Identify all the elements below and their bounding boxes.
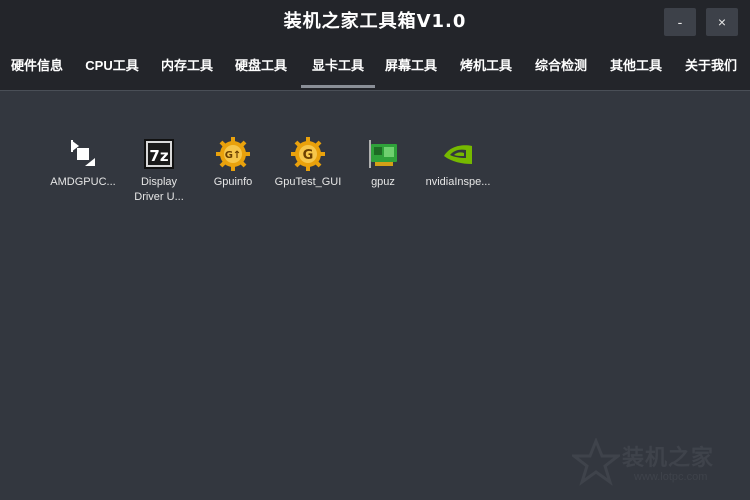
watermark-text: 装机之家 xyxy=(622,446,715,471)
svg-text:7z: 7z xyxy=(149,147,168,165)
amd-gpu-clock-icon xyxy=(71,140,95,166)
tab-label: CPU工具 xyxy=(85,58,139,73)
svg-text:G: G xyxy=(303,148,314,163)
tool-item-amdgpuclock[interactable]: AMDGPUC... xyxy=(48,136,118,190)
tab-label: 硬件信息 xyxy=(10,58,63,73)
tool-label: GpuTest_GUI xyxy=(274,176,342,188)
tab-other-tools[interactable]: 其他工具 xyxy=(603,44,669,90)
app-title: 装机之家工具箱V1.0 xyxy=(283,11,467,32)
tab-disk-tools[interactable]: 硬盘工具 xyxy=(228,44,294,90)
tab-memory-tools[interactable]: 内存工具 xyxy=(154,44,220,90)
title-bar: 装机之家工具箱V1.0 - × xyxy=(0,0,750,44)
tab-label: 内存工具 xyxy=(160,58,213,73)
tool-item-display-driver-uninstaller[interactable]: 7z Display Driver U... xyxy=(124,136,194,205)
tab-label: 硬盘工具 xyxy=(234,58,287,73)
tab-label: 屏幕工具 xyxy=(384,58,437,73)
tool-item-nvidia-inspector[interactable]: nvidiaInspe... xyxy=(423,136,493,190)
watermark-url: www.lotpc.com xyxy=(634,471,708,483)
close-button[interactable]: × xyxy=(706,8,738,36)
tab-label: 烤机工具 xyxy=(459,58,512,73)
tool-item-gputest-gui[interactable]: G GpuTest_GUI xyxy=(273,136,343,190)
gputest-gear-icon: G xyxy=(291,137,325,171)
tab-about-us[interactable]: 关于我们 xyxy=(678,44,744,90)
tool-item-gpuinfo[interactable]: G↑ Gpuinfo xyxy=(198,136,268,190)
tab-label: 关于我们 xyxy=(684,58,737,73)
tool-label: Display Driver U... xyxy=(134,176,184,203)
graphics-card-icon xyxy=(369,140,397,168)
tab-label: 其他工具 xyxy=(609,58,662,73)
site-watermark: 装机之家 www.lotpc.com xyxy=(569,436,732,488)
tab-screen-tools[interactable]: 屏幕工具 xyxy=(378,44,444,90)
tool-label: nvidiaInspe... xyxy=(425,176,491,188)
active-tab-indicator xyxy=(301,85,375,88)
tab-bar: 硬件信息 CPU工具 内存工具 硬盘工具 显卡工具 屏幕工具 烤机工具 综合检测… xyxy=(0,44,750,91)
tool-label: Gpuinfo xyxy=(213,176,253,188)
star-logo-icon xyxy=(569,436,623,486)
tab-label: 综合检测 xyxy=(534,58,587,73)
tab-gpu-tools[interactable]: 显卡工具 xyxy=(301,44,375,90)
tab-comprehensive-test[interactable]: 综合检测 xyxy=(528,44,594,90)
tab-label: 显卡工具 xyxy=(311,58,364,73)
gpuinfo-gear-icon: G↑ xyxy=(216,137,250,171)
svg-text:G↑: G↑ xyxy=(225,150,242,161)
tool-label: gpuz xyxy=(371,176,395,188)
7zip-archive-icon: 7z xyxy=(144,139,174,169)
tool-item-gpuz[interactable]: gpuz xyxy=(348,136,418,190)
minimize-button[interactable]: - xyxy=(664,8,696,36)
tab-cpu-tools[interactable]: CPU工具 xyxy=(78,44,146,90)
tab-burn-in-tools[interactable]: 烤机工具 xyxy=(453,44,519,90)
tool-label: AMDGPUC... xyxy=(50,176,116,188)
nvidia-logo-icon xyxy=(444,145,472,164)
tab-hardware-info[interactable]: 硬件信息 xyxy=(4,44,70,90)
